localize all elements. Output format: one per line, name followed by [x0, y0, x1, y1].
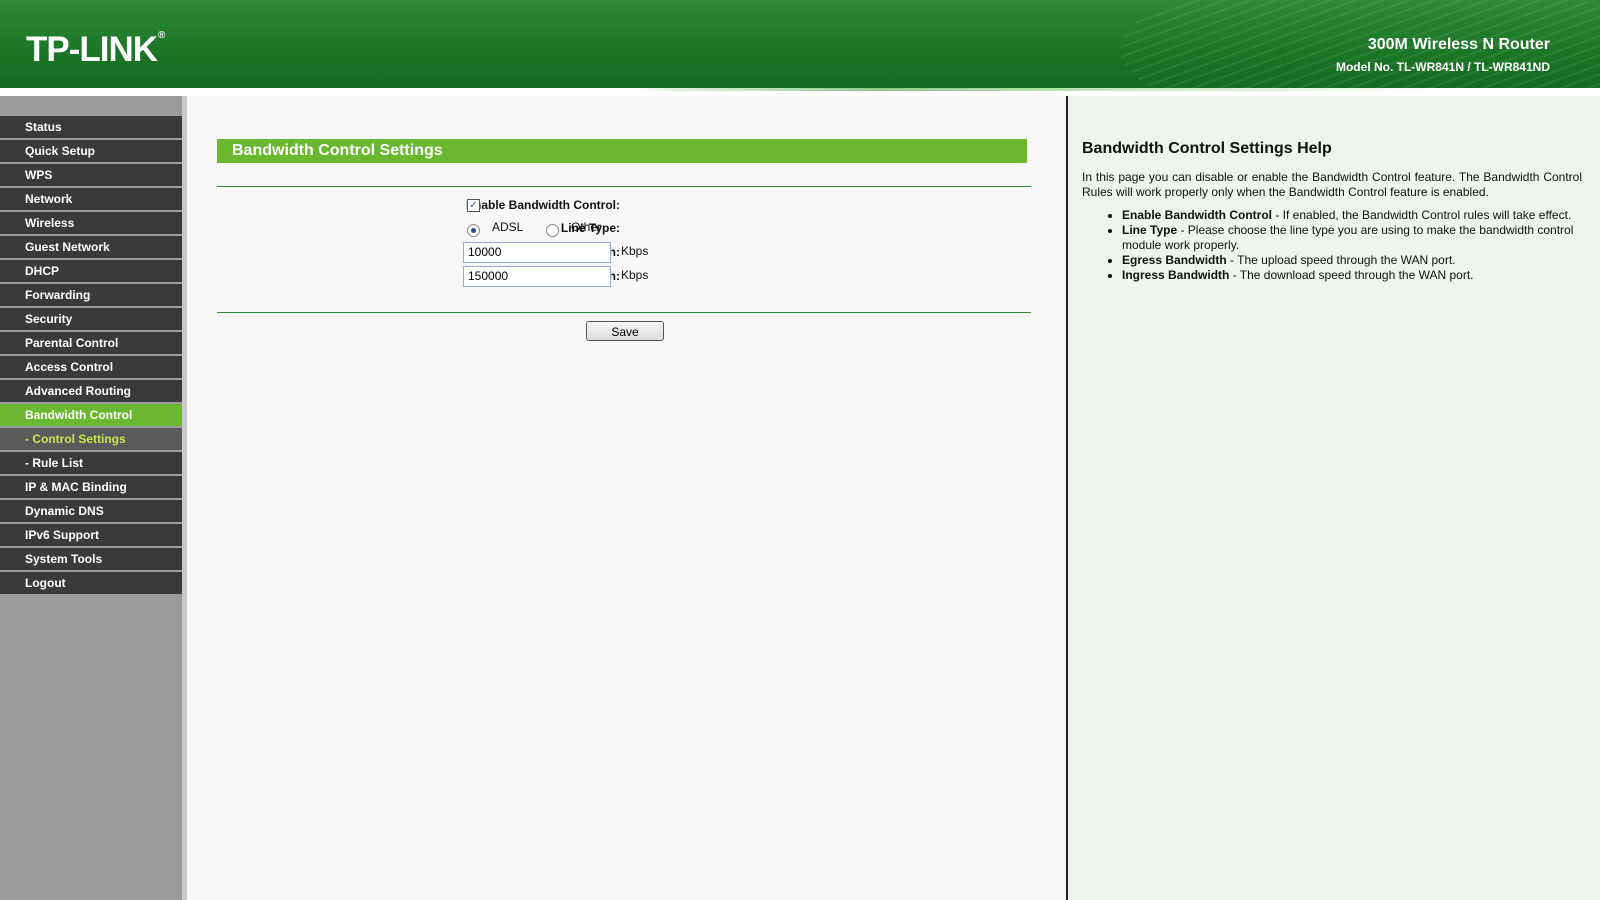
- checkmark-icon: ✓: [469, 200, 478, 211]
- egress-bandwidth-input[interactable]: [463, 242, 611, 263]
- sidebar-item-security[interactable]: Security: [0, 308, 182, 330]
- sidebar-item-system-tools[interactable]: System Tools: [0, 548, 182, 570]
- sidebar-item-wireless[interactable]: Wireless: [0, 212, 182, 234]
- sidebar-item-access-control[interactable]: Access Control: [0, 356, 182, 378]
- header-banner: TP-LINK® 300M Wireless N Router Model No…: [0, 0, 1600, 88]
- help-title: Bandwidth Control Settings Help: [1082, 140, 1332, 157]
- help-item: Egress Bandwidth - The upload speed thro…: [1122, 253, 1600, 268]
- sidebar-item-dhcp[interactable]: DHCP: [0, 260, 182, 282]
- sidebar-item-status[interactable]: Status: [0, 116, 182, 138]
- sidebar-item-quick-setup[interactable]: Quick Setup: [0, 140, 182, 162]
- main-content: Bandwidth Control Settings Enable Bandwi…: [187, 96, 1067, 900]
- sidebar: Status Quick Setup WPS Network Wireless …: [0, 96, 182, 900]
- line-type-adsl-radio[interactable]: [467, 224, 480, 237]
- sidebar-item-ip-mac-binding[interactable]: IP & MAC Binding: [0, 476, 182, 498]
- registered-mark: ®: [158, 30, 165, 41]
- help-desc: - The download speed through the WAN por…: [1229, 268, 1474, 282]
- bottom-divider: [217, 312, 1031, 313]
- help-desc: - The upload speed through the WAN port.: [1226, 253, 1456, 267]
- sidebar-menu: Status Quick Setup WPS Network Wireless …: [0, 116, 182, 596]
- help-desc: - Please choose the line type you are us…: [1122, 223, 1574, 252]
- tp-link-logo: TP-LINK®: [26, 30, 165, 70]
- sidebar-item-guest-network[interactable]: Guest Network: [0, 236, 182, 258]
- sidebar-item-advanced-routing[interactable]: Advanced Routing: [0, 380, 182, 402]
- sidebar-subitem-rule-list[interactable]: - Rule List: [0, 452, 182, 474]
- line-type-other-radio[interactable]: [546, 224, 559, 237]
- enable-bandwidth-label: Enable Bandwidth Control:: [466, 198, 620, 212]
- product-title: 300M Wireless N Router: [1367, 36, 1550, 53]
- help-term: Egress Bandwidth: [1122, 253, 1227, 267]
- egress-unit: Kbps: [621, 244, 649, 258]
- logo-text: TP-LINK: [26, 30, 158, 69]
- sidebar-subitem-control-settings[interactable]: - Control Settings: [0, 428, 182, 450]
- ingress-bandwidth-input[interactable]: [463, 266, 611, 287]
- help-list: Enable Bandwidth Control - If enabled, t…: [1108, 208, 1600, 283]
- sidebar-item-wps[interactable]: WPS: [0, 164, 182, 186]
- line-type-adsl-label: ADSL: [492, 220, 524, 234]
- help-desc: - If enabled, the Bandwidth Control rule…: [1272, 208, 1572, 222]
- help-panel: Bandwidth Control Settings Help In this …: [1068, 96, 1600, 900]
- sidebar-item-parental-control[interactable]: Parental Control: [0, 332, 182, 354]
- help-intro: In this page you can disable or enable t…: [1082, 170, 1582, 199]
- help-term: Enable Bandwidth Control: [1122, 208, 1272, 222]
- sidebar-item-forwarding[interactable]: Forwarding: [0, 284, 182, 306]
- model-number: Model No. TL-WR841N / TL-WR841ND: [1335, 60, 1550, 74]
- help-item: Enable Bandwidth Control - If enabled, t…: [1122, 208, 1600, 223]
- help-term: Line Type: [1122, 223, 1178, 237]
- help-item: Line Type - Please choose the line type …: [1122, 223, 1600, 253]
- enable-bandwidth-checkbox[interactable]: ✓: [467, 199, 480, 212]
- sidebar-item-network[interactable]: Network: [0, 188, 182, 210]
- sidebar-item-bandwidth-control[interactable]: Bandwidth Control: [0, 404, 182, 426]
- line-type-other-label: Other: [571, 220, 602, 234]
- sidebar-item-logout[interactable]: Logout: [0, 572, 182, 594]
- section-title: Bandwidth Control Settings: [217, 139, 1027, 163]
- help-term: Ingress Bandwidth: [1122, 268, 1230, 282]
- sidebar-item-dynamic-dns[interactable]: Dynamic DNS: [0, 500, 182, 522]
- top-divider: [217, 186, 1031, 187]
- sidebar-item-ipv6-support[interactable]: IPv6 Support: [0, 524, 182, 546]
- save-button[interactable]: Save: [586, 321, 664, 341]
- help-item: Ingress Bandwidth - The download speed t…: [1122, 268, 1600, 283]
- ingress-unit: Kbps: [621, 268, 649, 282]
